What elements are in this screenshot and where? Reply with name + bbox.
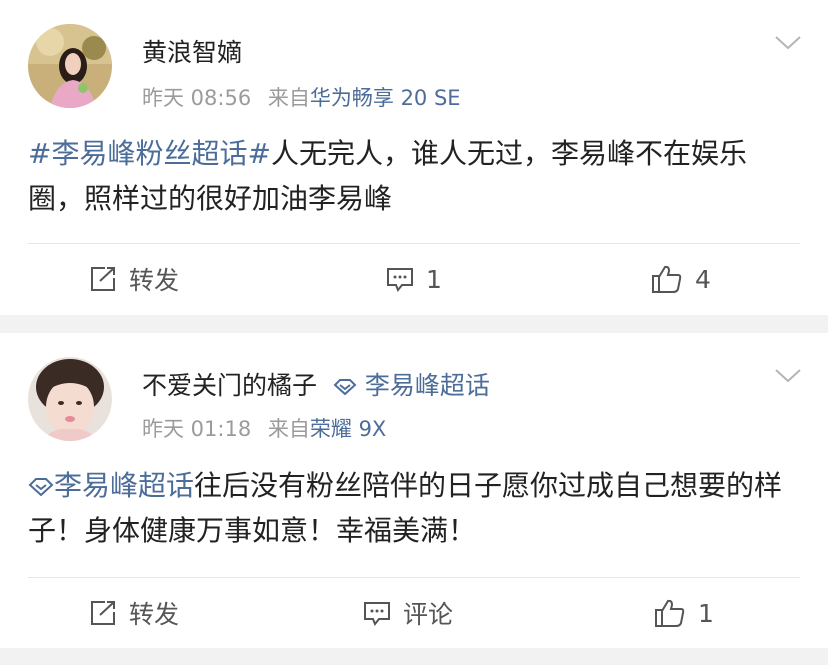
topic-link-label: 李易峰超话 [54,469,195,502]
chevron-down-icon[interactable] [774,34,802,52]
user-name[interactable]: 不爱关门的橘子 [142,371,317,400]
repost-label: 转发 [129,266,180,295]
source-prefix: 来自 [267,86,310,110]
action-bar: 转发 评论 1 [0,578,828,648]
topic-link[interactable]: #李易峰粉丝超话# [28,137,271,170]
topic-link[interactable]: 李易峰超话 [28,469,194,502]
comment-count: 1 [426,264,442,294]
thumbs-up-icon [655,599,685,627]
comment-icon [364,602,390,626]
repost-icon [91,601,115,625]
post-content: #李易峰粉丝超话#人无完人，谁人无过，李易峰不在娱乐圈，照样过的很好加油李易峰 [28,131,792,221]
repost-icon [91,267,115,291]
supertopic-label: 李易峰超话 [364,371,490,400]
chevron-down-icon[interactable] [774,367,802,385]
like-count: 4 [695,264,711,294]
diamond-icon [333,379,357,396]
source-prefix: 来自 [267,417,310,441]
post-meta: 昨天 01:18 来自荣耀 9X [142,413,386,443]
avatar[interactable] [28,24,112,108]
post-time: 昨天 08:56 [142,86,252,110]
repost-label: 转发 [129,600,180,629]
post-source[interactable]: 华为畅享 20 SE [310,86,461,110]
like-button[interactable]: 1 [654,578,714,648]
post-time: 昨天 01:18 [142,417,252,441]
comment-icon [387,268,413,292]
avatar[interactable] [28,357,112,441]
post-meta: 昨天 08:56 来自华为畅享 20 SE [142,82,461,112]
post-source[interactable]: 荣耀 9X [310,417,386,441]
post-card: 不爱关门的橘子 李易峰超话 昨天 01:18 来自荣耀 9X 李易峰超话往后没有… [0,333,828,648]
action-bar: 转发 1 4 [0,244,828,314]
diamond-icon [28,478,54,497]
post-content: 李易峰超话往后没有粉丝陪伴的日子愿你过成自己想要的样子！身体健康万事如意！幸福美… [28,463,792,553]
like-count: 1 [698,598,714,628]
supertopic-tag[interactable]: 李易峰超话 [333,371,490,400]
comment-button[interactable]: 1 [386,244,442,314]
post-card: 黄浪智嫡 昨天 08:56 来自华为畅享 20 SE #李易峰粉丝超话#人无完人… [0,0,828,315]
user-name[interactable]: 黄浪智嫡 [142,33,242,69]
repost-button[interactable]: 转发 [89,578,179,648]
repost-button[interactable]: 转发 [89,244,179,314]
thumbs-up-icon [652,265,682,293]
comment-label: 评论 [403,600,454,629]
comment-button[interactable]: 评论 [363,578,453,648]
user-name-row: 不爱关门的橘子 李易峰超话 [142,366,490,402]
like-button[interactable]: 4 [651,244,711,314]
